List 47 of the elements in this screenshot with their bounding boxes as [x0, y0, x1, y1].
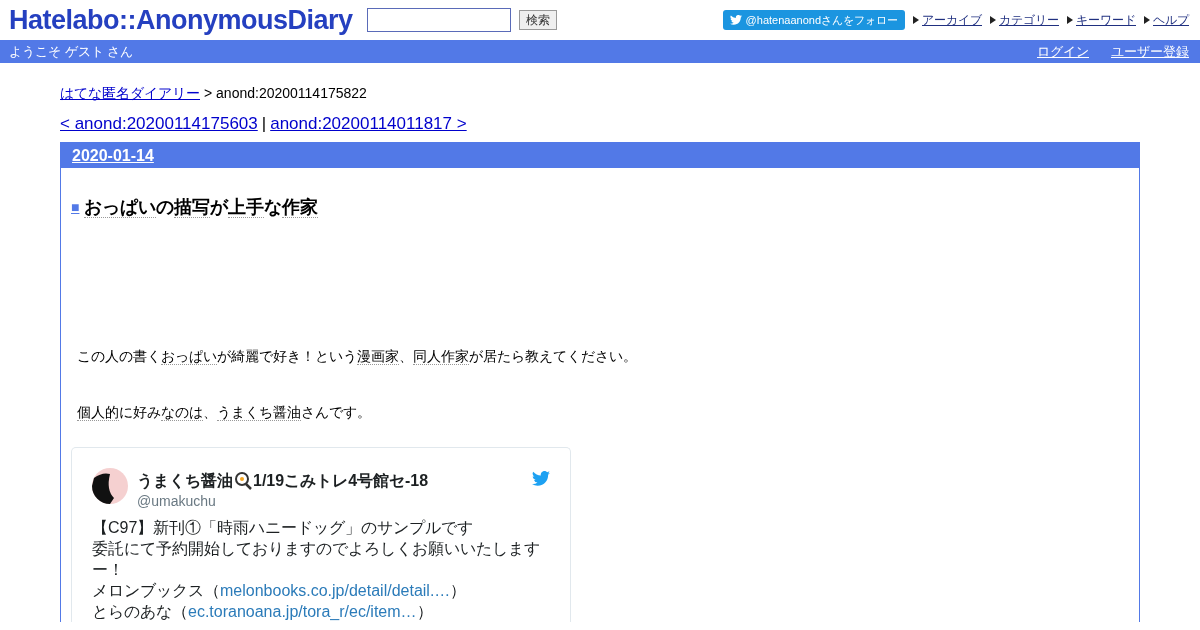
author-name: 1/19こみトレ4号館セ-18	[253, 471, 429, 491]
date-link[interactable]: 2020-01-14	[72, 143, 154, 168]
search-button[interactable]: 検索	[518, 10, 557, 30]
greeting-text: ようこそ ゲスト さん	[9, 42, 134, 61]
tweet-text-line: とらのあな（ec.toranoana.jp/tora_r/ec/item…）	[92, 602, 434, 622]
nav-link[interactable]: アーカイブ	[922, 11, 982, 29]
nav-link[interactable]: カテゴリー	[999, 11, 1059, 29]
arrow-icon	[1144, 16, 1150, 24]
keyword-link[interactable]: 漫画家	[357, 348, 399, 365]
bird-icon[interactable]	[532, 471, 550, 486]
prev-link[interactable]: < anond:20200114175603	[60, 111, 258, 137]
tweet-text-line: 委託にて予約開始しておりますのでよろしくお願いいたします	[92, 539, 541, 559]
header-link[interactable]: ログイン	[1037, 41, 1089, 62]
entry-title: おっぱいの描写が上手な作家	[84, 196, 319, 220]
keyword-link[interactable]: おっぱい	[84, 197, 157, 218]
entry-mark-link[interactable]: ■	[71, 197, 80, 218]
avatar	[92, 468, 128, 504]
keyword-link[interactable]: 描写	[174, 197, 211, 218]
keyword-link[interactable]: うまくち醤油	[217, 404, 301, 421]
tweet-link[interactable]: ec.toranoana.jp/tora_r/ec/item…	[188, 603, 417, 620]
entry-paragraph: この人の書く おっぱいが綺麗で好き！という漫画家、同人作家が居たら教えてください。	[76, 347, 638, 367]
author-handle: @umakuchu	[137, 493, 217, 509]
site-logo[interactable]: Hatelabo::AnonymousDiary	[9, 6, 353, 34]
next-link[interactable]: anond:20200114011817 >	[270, 111, 467, 137]
tweet-text-line: メロンブックス（melonbooks.co.jp/detail/detail.…）	[92, 581, 468, 601]
arrow-icon	[990, 16, 996, 24]
keyword-link[interactable]: 個人的	[77, 404, 119, 421]
search-field[interactable]	[366, 8, 511, 32]
keyword-link[interactable]: 同人作家	[413, 348, 469, 365]
arrow-icon	[1067, 16, 1073, 24]
breadcrumb-link[interactable]: はてな匿名ダイアリー	[60, 82, 200, 104]
tweet-text-line: ー！	[92, 560, 125, 580]
arrow-icon	[913, 16, 919, 24]
tweet-link[interactable]: melonbooks.co.jp/detail/detail.…	[220, 582, 451, 599]
header-link[interactable]: ユーザー登録	[1111, 41, 1189, 62]
nav-link[interactable]: ヘルプ	[1153, 11, 1189, 29]
breadcrumb-current: > anond:20200114175822	[204, 83, 367, 103]
entry-paragraph: 個人的に好みなのは、うまくち醤油 さんです。	[76, 403, 372, 423]
pager-separator: |	[261, 113, 267, 136]
bird-icon	[729, 15, 742, 25]
keyword-link[interactable]: なのは	[161, 404, 203, 421]
author-name: うまくち醤油	[137, 471, 233, 492]
keyword-link[interactable]: 作家	[282, 197, 319, 218]
keyword-link[interactable]: 上手	[228, 197, 265, 218]
keyword-link[interactable]: おっぱい	[161, 348, 217, 365]
tweet-text-line: 【C97】新刊①「時雨ハニードッグ」のサンプルです	[92, 518, 475, 538]
nav-link[interactable]: キーワード	[1076, 11, 1136, 29]
